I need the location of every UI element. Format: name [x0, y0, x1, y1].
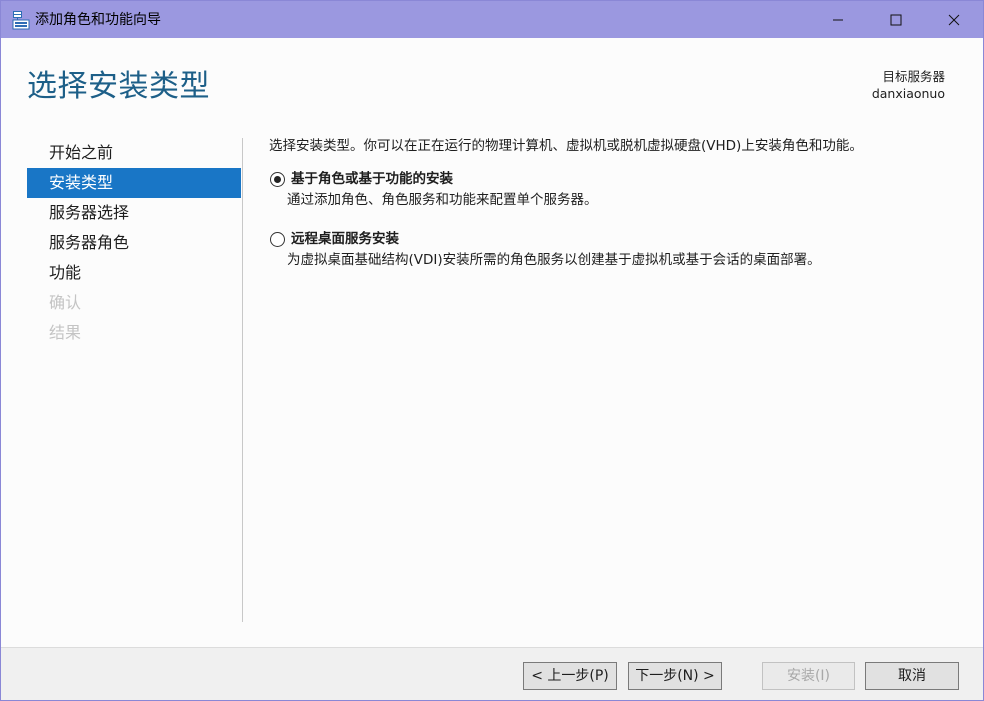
nav-item-confirmation: 确认	[49, 293, 82, 312]
intro-text: 选择安装类型。你可以在正在运行的物理计算机、虚拟机或脱机虚拟硬盘(VHD)上安装…	[269, 138, 863, 154]
page-title: 选择安装类型	[27, 69, 210, 104]
nav-item-before-you-begin[interactable]: 开始之前	[27, 138, 241, 168]
nav-divider	[242, 138, 243, 622]
nav-item-server-selection[interactable]: 服务器选择	[27, 198, 241, 228]
server-manager-icon	[11, 10, 31, 30]
option-remote-desktop[interactable]: 远程桌面服务安装 为虚拟桌面基础结构(VDI)安装所需的角色服务以创建基于虚拟机…	[269, 229, 959, 271]
footer-bar: < 上一步(P) 下一步(N) > 安装(I) 取消	[1, 647, 983, 700]
option-role-based[interactable]: 基于角色或基于功能的安装 通过添加角色、角色服务和功能来配置单个服务器。	[269, 169, 959, 211]
role-based-description: 通过添加角色、角色服务和功能来配置单个服务器。	[287, 192, 598, 208]
maximize-icon	[890, 14, 902, 25]
minimize-button[interactable]	[809, 1, 867, 38]
next-button[interactable]: 下一步(N) >	[628, 662, 722, 690]
wizard-nav: 开始之前 安装类型 服务器选择 服务器角色 功能 确认 结果	[27, 138, 241, 348]
role-based-radio[interactable]	[270, 172, 285, 187]
remote-desktop-radio[interactable]	[270, 232, 285, 247]
previous-button[interactable]: < 上一步(P)	[523, 662, 617, 690]
maximize-button[interactable]	[867, 1, 925, 38]
target-server-label: 目标服务器	[882, 69, 945, 84]
target-server-name: danxiaonuo	[871, 86, 945, 101]
target-server-info: 目标服务器 danxiaonuo	[872, 68, 945, 102]
title-bar[interactable]: 添加角色和功能向导	[1, 1, 983, 38]
nav-item-installation-type[interactable]: 安装类型	[27, 168, 241, 198]
nav-item-results: 结果	[49, 323, 82, 342]
window-title: 添加角色和功能向导	[35, 12, 161, 28]
wizard-window: 添加角色和功能向导 选择安装类型 目标服务器 danxiaonuo 开始之前 安…	[0, 0, 984, 701]
remote-desktop-description: 为虚拟桌面基础结构(VDI)安装所需的角色服务以创建基于虚拟机或基于会话的桌面部…	[287, 252, 821, 268]
close-icon	[948, 14, 960, 25]
close-button[interactable]	[925, 1, 983, 38]
install-button: 安装(I)	[762, 662, 855, 690]
minimize-icon	[833, 19, 843, 20]
cancel-button[interactable]: 取消	[865, 662, 959, 690]
nav-item-features[interactable]: 功能	[27, 258, 241, 288]
role-based-label[interactable]: 基于角色或基于功能的安装	[291, 169, 959, 190]
remote-desktop-label[interactable]: 远程桌面服务安装	[291, 229, 959, 250]
content-pane: 选择安装类型。你可以在正在运行的物理计算机、虚拟机或脱机虚拟硬盘(VHD)上安装…	[269, 135, 959, 271]
nav-item-server-roles[interactable]: 服务器角色	[27, 228, 241, 258]
